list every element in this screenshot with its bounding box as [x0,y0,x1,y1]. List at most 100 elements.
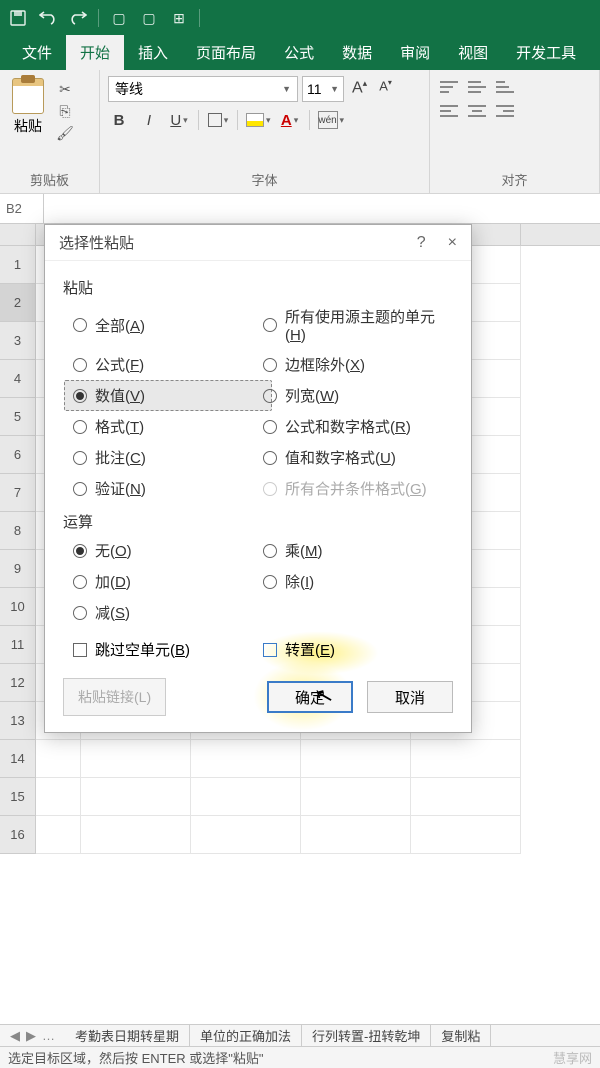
row-header[interactable]: 1 [0,246,36,284]
help-icon[interactable]: ? [417,234,426,252]
copy-icon[interactable]: ⎘ [54,102,76,120]
radio-option[interactable]: 格式(T) [73,416,263,437]
row-header[interactable]: 9 [0,550,36,588]
cell[interactable] [411,816,521,854]
row-header[interactable]: 6 [0,436,36,474]
radio-option[interactable]: 公式(F) [73,354,263,375]
shrink-font-icon[interactable]: A▾ [375,76,396,102]
align-bottom-icon[interactable] [494,78,516,96]
tab-dev[interactable]: 开发工具 [502,35,590,70]
cell[interactable] [36,778,81,816]
radio-option[interactable]: 无(O) [73,540,263,561]
row-header[interactable]: 16 [0,816,36,854]
radio-option[interactable]: 边框除外(X) [263,354,453,375]
ok-button[interactable]: 确定 [267,681,353,713]
cell[interactable] [191,778,301,816]
row-header[interactable]: 11 [0,626,36,664]
radio-option[interactable]: 数值(V) [64,380,272,411]
cell[interactable] [81,740,191,778]
row-header[interactable]: 8 [0,512,36,550]
cell[interactable] [301,778,411,816]
tab-file[interactable]: 文件 [8,35,66,70]
save-icon[interactable] [8,8,28,28]
radio-option[interactable]: 值和数字格式(U) [263,447,453,468]
cell[interactable] [411,740,521,778]
italic-button[interactable]: I [138,108,160,132]
undo-icon[interactable] [38,8,58,28]
skip-blanks-checkbox[interactable]: 跳过空单元(B) [73,639,263,660]
align-right-icon[interactable] [494,102,516,120]
tab-layout[interactable]: 页面布局 [182,35,270,70]
format-painter-icon[interactable]: 🖌 [54,124,76,142]
fill-color-button[interactable]: ▾ [246,108,271,132]
radio-option[interactable]: 除(I) [263,571,453,592]
cell[interactable] [36,816,81,854]
radio-option[interactable]: 减(S) [73,602,263,623]
close-icon[interactable]: × [448,234,457,252]
row-header[interactable]: 5 [0,398,36,436]
cell[interactable] [411,778,521,816]
sheet-tab[interactable]: 单位的正确加法 [190,1024,302,1047]
transpose-checkbox[interactable]: 转置(E) [263,639,453,660]
radio-option[interactable]: 公式和数字格式(R) [263,416,453,437]
radio-option[interactable]: 乘(M) [263,540,453,561]
align-top-icon[interactable] [438,78,460,96]
tab-data[interactable]: 数据 [328,35,386,70]
ribbon-tabs: 文件 开始 插入 页面布局 公式 数据 审阅 视图 开发工具 [0,36,600,70]
sheet-tab[interactable]: 考勤表日期转星期 [65,1024,190,1047]
cut-icon[interactable]: ✂ [54,80,76,98]
row-header[interactable]: 3 [0,322,36,360]
grow-font-icon[interactable]: A▴ [348,76,371,102]
cell[interactable] [301,740,411,778]
sheet-tab[interactable]: 复制粘 [431,1024,491,1047]
font-size-select[interactable]: 11▼ [302,76,344,102]
bold-button[interactable]: B [108,108,130,132]
row-header[interactable]: 13 [0,702,36,740]
row-header[interactable]: 4 [0,360,36,398]
paste-button[interactable]: 粘贴 [8,76,48,138]
redo-icon[interactable] [68,8,88,28]
row-header[interactable]: 12 [0,664,36,702]
radio-option[interactable]: 全部(A) [73,306,263,344]
sheet-prev-icon[interactable]: ◀ [10,1028,20,1044]
row-header[interactable]: 7 [0,474,36,512]
radio-option[interactable]: 批注(C) [73,447,263,468]
cell[interactable] [191,740,301,778]
align-middle-icon[interactable] [466,78,488,96]
qat-icon-3[interactable]: ⊞ [169,8,189,28]
cancel-button[interactable]: 取消 [367,681,453,713]
radio-option[interactable]: 列宽(W) [263,385,453,406]
qat-icon-1[interactable]: ▢ [109,8,129,28]
align-left-icon[interactable] [438,102,460,120]
cell[interactable] [36,740,81,778]
select-all-corner[interactable] [0,224,36,245]
tab-view[interactable]: 视图 [444,35,502,70]
align-center-icon[interactable] [466,102,488,120]
sheet-tab[interactable]: 行列转置-扭转乾坤 [302,1024,431,1047]
underline-button[interactable]: U▾ [168,108,190,132]
radio-option[interactable]: 所有使用源主题的单元(H) [263,306,453,344]
row-header[interactable]: 14 [0,740,36,778]
cell[interactable] [81,816,191,854]
name-box[interactable]: B2 [0,194,44,223]
phonetic-button[interactable]: wén▾ [318,108,345,132]
cell[interactable] [301,816,411,854]
tab-insert[interactable]: 插入 [124,35,182,70]
cell[interactable] [81,778,191,816]
tab-review[interactable]: 审阅 [386,35,444,70]
row-header[interactable]: 2 [0,284,36,322]
sheet-next-icon[interactable]: ▶ [26,1028,36,1044]
font-color-button[interactable]: A▾ [279,108,301,132]
paste-link-button[interactable]: 粘贴链接(L) [63,678,166,716]
row-header[interactable]: 10 [0,588,36,626]
sheet-more-icon[interactable]: … [42,1028,55,1044]
radio-option[interactable]: 验证(N) [73,478,263,499]
cell[interactable] [191,816,301,854]
font-name-select[interactable]: 等线▼ [108,76,298,102]
borders-button[interactable]: ▾ [207,108,229,132]
tab-home[interactable]: 开始 [66,35,124,70]
row-header[interactable]: 15 [0,778,36,816]
radio-option[interactable]: 加(D) [73,571,263,592]
tab-formulas[interactable]: 公式 [270,35,328,70]
qat-icon-2[interactable]: ▢ [139,8,159,28]
